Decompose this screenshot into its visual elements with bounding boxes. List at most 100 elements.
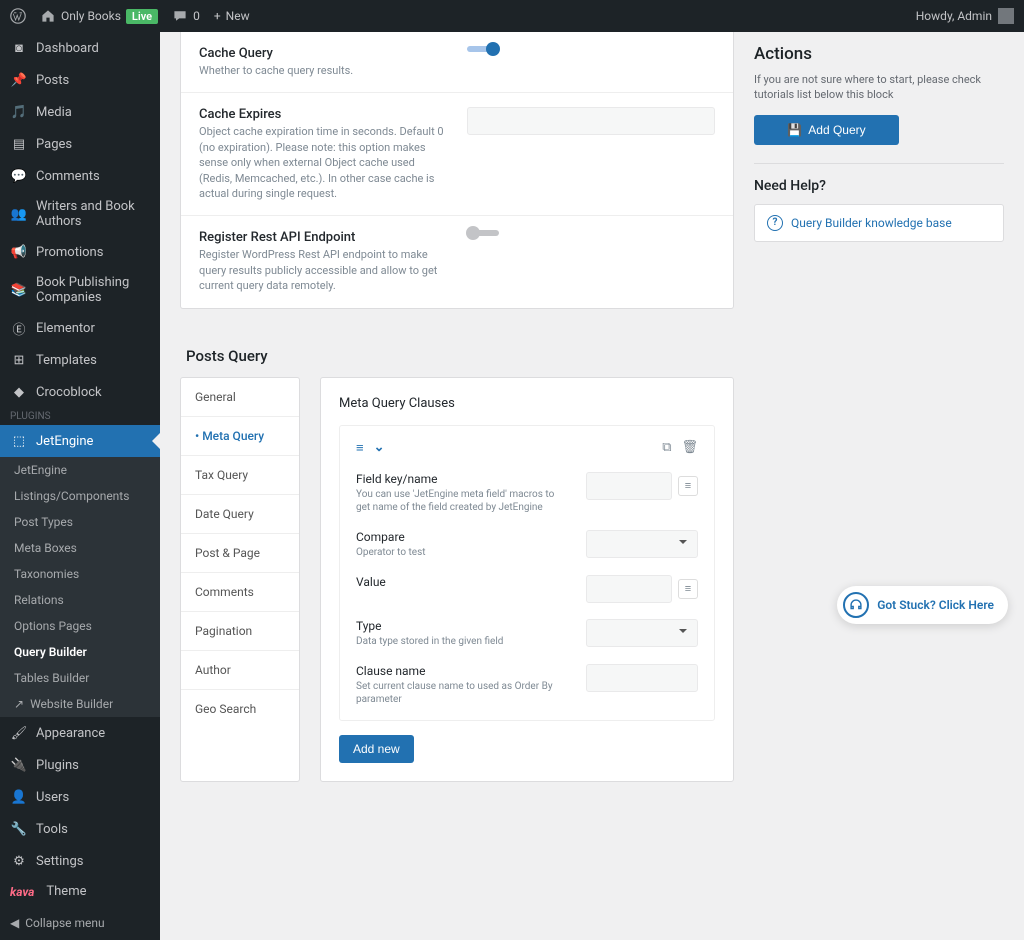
users-icon: 👥 xyxy=(10,205,28,223)
sidebar-item-settings[interactable]: ⚙Settings xyxy=(0,845,160,877)
submenu-meta-boxes[interactable]: Meta Boxes xyxy=(0,535,160,561)
actions-heading: Actions xyxy=(754,44,1004,64)
meta-query-panel: Meta Query Clauses ≡ ⌄ ⧉ 🗑 xyxy=(320,377,734,782)
sidebar-item-dashboard[interactable]: ◙Dashboard xyxy=(0,32,160,64)
sidebar-item-crocoblock[interactable]: ◆Crocoblock xyxy=(0,376,160,408)
tab-meta-query[interactable]: Meta Query xyxy=(181,417,299,456)
need-help-heading: Need Help? xyxy=(754,178,1004,194)
tab-geo-search[interactable]: Geo Search xyxy=(181,690,299,728)
tab-author[interactable]: Author xyxy=(181,651,299,690)
external-link-icon: ↗ xyxy=(14,697,24,711)
page-icon: ▤ xyxy=(10,135,28,153)
sidebar-item-posts[interactable]: 📌Posts xyxy=(0,64,160,96)
collapse-icon: ◀ xyxy=(10,916,19,930)
template-icon: ⊞ xyxy=(10,351,28,369)
submenu-relations[interactable]: Relations xyxy=(0,587,160,613)
cache-expires-input[interactable] xyxy=(467,107,715,135)
brush-icon: 🖌 xyxy=(10,724,28,742)
sidebar-item-pages[interactable]: ▤Pages xyxy=(0,128,160,160)
tab-tax-query[interactable]: Tax Query xyxy=(181,456,299,495)
home-icon xyxy=(40,8,56,24)
sidebar-item-appearance[interactable]: 🖌Appearance xyxy=(0,717,160,749)
dynamic-tag-icon[interactable]: ≡ xyxy=(678,476,698,496)
sidebar-item-promotions[interactable]: 📢Promotions xyxy=(0,236,160,268)
cache-expires-title: Cache Expires xyxy=(199,107,447,122)
media-icon: 🎵 xyxy=(10,103,28,121)
type-row: TypeData type stored in the given field xyxy=(356,619,698,648)
howdy-text: Howdy, Admin xyxy=(916,9,992,23)
meta-clause: ≡ ⌄ ⧉ 🗑 Field key/nameYou can use 'JetEn… xyxy=(339,425,715,721)
headset-icon xyxy=(843,592,869,618)
submenu-listings[interactable]: Listings/Components xyxy=(0,483,160,509)
book-icon: 📚 xyxy=(10,281,28,299)
cache-expires-desc: Object cache expiration time in seconds.… xyxy=(199,124,447,201)
delete-clause-icon[interactable]: 🗑 xyxy=(681,440,698,455)
submenu-post-types[interactable]: Post Types xyxy=(0,509,160,535)
rest-api-desc: Register WordPress Rest API endpoint to … xyxy=(199,247,447,293)
collapse-menu[interactable]: ◀Collapse menu xyxy=(0,906,160,940)
value-input[interactable] xyxy=(586,575,672,603)
sidebar-item-theme[interactable]: kavaTheme xyxy=(0,877,160,906)
wp-logo[interactable] xyxy=(10,8,26,24)
submenu-query-builder[interactable]: Query Builder xyxy=(0,639,160,665)
query-tabs: General Meta Query Tax Query Date Query … xyxy=(180,377,300,782)
plugins-divider: PLUGINS xyxy=(0,408,160,425)
clause-name-input[interactable] xyxy=(586,664,698,692)
account-link[interactable]: Howdy, Admin xyxy=(916,8,1014,24)
help-widget-text: Got Stuck? Click Here xyxy=(877,598,994,612)
sidebar-item-templates[interactable]: ⊞Templates xyxy=(0,344,160,376)
help-icon: ? xyxy=(767,215,783,231)
tab-date-query[interactable]: Date Query xyxy=(181,495,299,534)
sidebar-item-media[interactable]: 🎵Media xyxy=(0,96,160,128)
field-key-input[interactable] xyxy=(586,472,672,500)
new-link[interactable]: + New xyxy=(214,9,250,23)
live-badge: Live xyxy=(126,9,158,24)
clause-name-row: Clause nameSet current clause name to us… xyxy=(356,664,698,706)
comments-icon: 💬 xyxy=(10,167,28,185)
actions-desc: If you are not sure where to start, plea… xyxy=(754,72,1004,103)
sidebar-item-users[interactable]: 👤Users xyxy=(0,781,160,813)
setting-cache-expires: Cache Expires Object cache expiration ti… xyxy=(181,93,733,216)
dynamic-tag-icon[interactable]: ≡ xyxy=(678,579,698,599)
site-link[interactable]: Only Books Live xyxy=(40,8,158,24)
collapse-clause-icon[interactable]: ⌄ xyxy=(374,440,385,456)
drag-handle-icon[interactable]: ≡ xyxy=(356,440,364,456)
tab-general[interactable]: General xyxy=(181,378,299,417)
sidebar-item-comments[interactable]: 💬Comments xyxy=(0,160,160,192)
submenu-website-builder[interactable]: ↗Website Builder xyxy=(0,691,160,717)
setting-cache-query: Cache Query Whether to cache query resul… xyxy=(181,32,733,93)
cache-query-toggle[interactable] xyxy=(467,46,499,52)
sidebar-item-elementor[interactable]: ⒺElementor xyxy=(0,312,160,344)
sidebar-item-writers[interactable]: 👥Writers and Book Authors xyxy=(0,192,160,236)
compare-select[interactable] xyxy=(586,530,698,558)
add-new-button[interactable]: Add new xyxy=(339,735,414,763)
copy-clause-icon[interactable]: ⧉ xyxy=(662,440,671,455)
help-widget[interactable]: Got Stuck? Click Here xyxy=(837,586,1008,624)
add-query-button[interactable]: 💾 Add Query xyxy=(754,115,899,145)
meta-query-title: Meta Query Clauses xyxy=(339,396,715,411)
site-name: Only Books xyxy=(61,9,121,23)
cache-query-desc: Whether to cache query results. xyxy=(199,63,447,78)
setting-rest-api: Register Rest API Endpoint Register Word… xyxy=(181,216,733,307)
posts-query-heading: Posts Query xyxy=(180,329,734,377)
tab-comments[interactable]: Comments xyxy=(181,573,299,612)
comments-link[interactable]: 0 xyxy=(172,8,200,24)
aside-divider xyxy=(754,163,1004,164)
rest-api-title: Register Rest API Endpoint xyxy=(199,230,447,245)
plus-icon: + xyxy=(214,9,221,23)
submenu-jetengine[interactable]: JetEngine xyxy=(0,457,160,483)
rest-api-toggle[interactable] xyxy=(467,230,499,236)
sidebar-item-companies[interactable]: 📚Book Publishing Companies xyxy=(0,268,160,312)
submenu-tables-builder[interactable]: Tables Builder xyxy=(0,665,160,691)
sidebar-item-plugins[interactable]: 🔌Plugins xyxy=(0,749,160,781)
tab-pagination[interactable]: Pagination xyxy=(181,612,299,651)
new-label: New xyxy=(226,9,250,23)
type-select[interactable] xyxy=(586,619,698,647)
kb-link-box[interactable]: ? Query Builder knowledge base xyxy=(754,204,1004,242)
sidebar-item-tools[interactable]: 🔧Tools xyxy=(0,813,160,845)
tab-post-page[interactable]: Post & Page xyxy=(181,534,299,573)
sidebar-item-jetengine[interactable]: ⬚JetEngine xyxy=(0,425,160,457)
avatar xyxy=(998,8,1014,24)
submenu-options[interactable]: Options Pages xyxy=(0,613,160,639)
submenu-taxonomies[interactable]: Taxonomies xyxy=(0,561,160,587)
